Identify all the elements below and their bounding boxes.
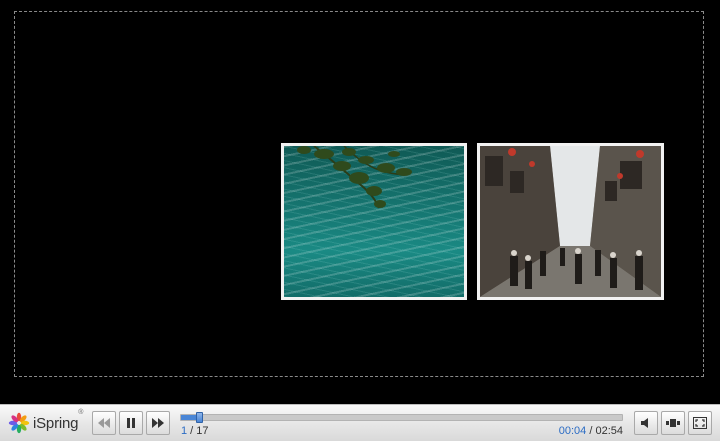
old-town-street-photo bbox=[477, 143, 664, 300]
fast-forward-button[interactable] bbox=[146, 411, 170, 435]
layout-icon bbox=[666, 419, 680, 427]
player-control-bar: iSpring® 1 / 17 00:04 / 02:54 bbox=[0, 404, 720, 441]
street-scene-drawing bbox=[480, 146, 661, 297]
pause-icon bbox=[127, 418, 135, 428]
time-readout: 00:04 / 02:54 bbox=[559, 425, 623, 437]
layout-button[interactable] bbox=[661, 411, 685, 435]
slide-counter: 1 / 17 bbox=[181, 425, 209, 437]
seek-bar[interactable] bbox=[180, 412, 623, 423]
branch-overlay bbox=[297, 146, 412, 209]
slide-total-number: 17 bbox=[196, 425, 209, 437]
fullscreen-button[interactable] bbox=[688, 411, 712, 435]
time-total: 02:54 bbox=[595, 425, 623, 437]
volume-button[interactable] bbox=[634, 411, 658, 435]
registered-mark: ® bbox=[78, 408, 84, 416]
slide-counter-separator: / bbox=[187, 425, 197, 437]
time-elapsed: 00:04 bbox=[558, 425, 587, 437]
rewind-button[interactable] bbox=[92, 411, 116, 435]
rewind-icon bbox=[98, 418, 110, 428]
slide-stage bbox=[0, 0, 720, 404]
brand-name: iSpring® bbox=[33, 408, 84, 432]
ispring-flower-icon bbox=[8, 412, 30, 434]
speaker-icon bbox=[641, 418, 648, 428]
fast-forward-icon bbox=[152, 418, 164, 428]
pause-button[interactable] bbox=[119, 411, 143, 435]
fullscreen-icon bbox=[693, 417, 707, 429]
water-with-branches-photo bbox=[281, 143, 467, 300]
ispring-logo: iSpring® bbox=[8, 408, 84, 435]
seek-thumb[interactable] bbox=[196, 412, 203, 423]
